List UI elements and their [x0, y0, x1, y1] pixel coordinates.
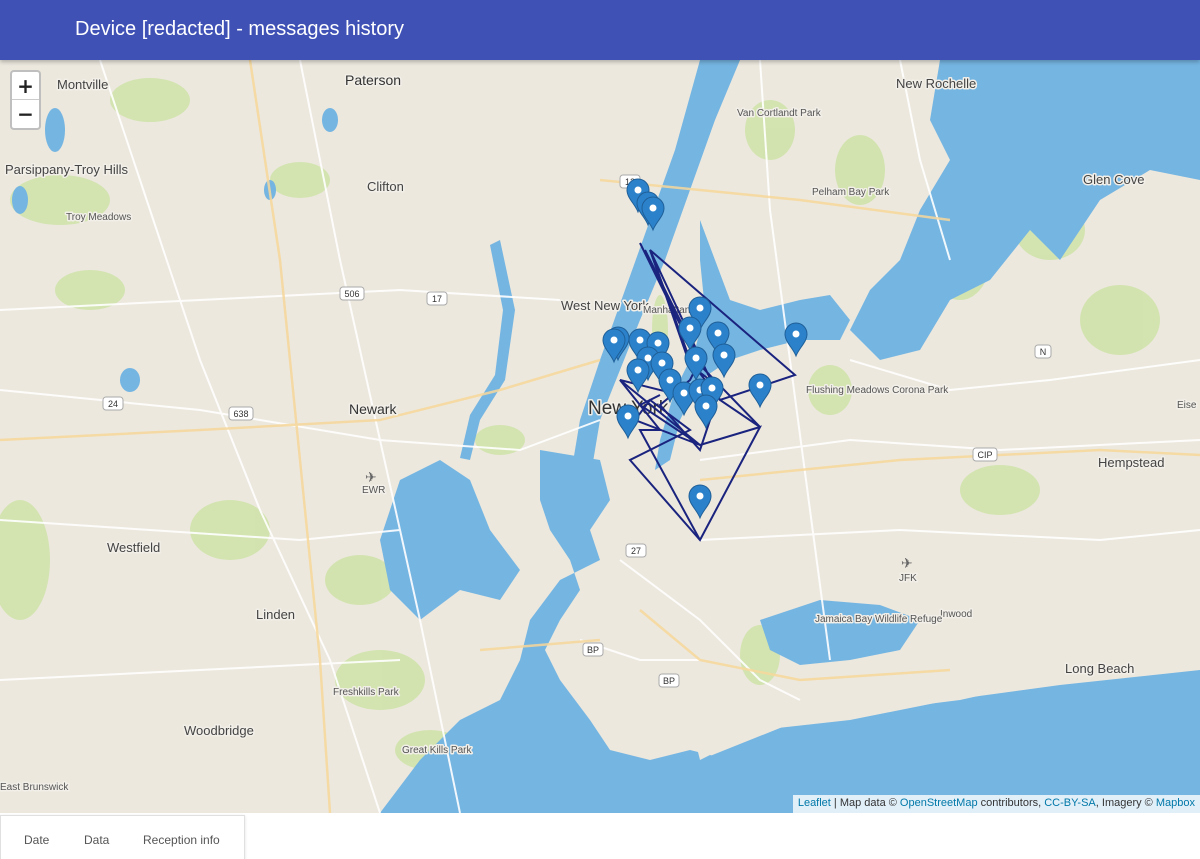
location-marker[interactable] — [616, 404, 640, 440]
location-marker[interactable] — [688, 484, 712, 520]
osm-link[interactable]: OpenStreetMap — [900, 797, 978, 809]
location-marker[interactable] — [684, 346, 708, 382]
location-marker[interactable] — [678, 316, 702, 352]
license-link[interactable]: CC-BY-SA — [1044, 797, 1096, 809]
zoom-out-button[interactable]: − — [12, 100, 39, 128]
location-marker[interactable] — [784, 322, 808, 358]
attribution-sep: | Map data © — [830, 797, 900, 809]
zoom-in-button[interactable]: + — [12, 72, 39, 100]
zoom-control: + − — [10, 70, 41, 130]
location-marker[interactable] — [712, 343, 736, 379]
column-date[interactable]: Date — [24, 833, 49, 847]
attribution-imagery: , Imagery © — [1095, 797, 1156, 809]
location-marker[interactable] — [602, 328, 626, 364]
location-marker[interactable] — [748, 373, 772, 409]
column-reception-info[interactable]: Reception info — [143, 833, 220, 847]
page-title: Device [redacted] - messages history — [75, 18, 405, 40]
map-view[interactable]: Montville Paterson New Rochelle Van Cort… — [0, 60, 1200, 813]
column-data[interactable]: Data — [84, 833, 109, 847]
messages-table-header: Date Data Reception info — [0, 815, 245, 859]
leaflet-link[interactable]: Leaflet — [798, 797, 831, 809]
location-marker[interactable] — [694, 394, 718, 430]
map-attribution: Leaflet | Map data © OpenStreetMap contr… — [792, 795, 1200, 813]
attribution-contrib: contributors, — [977, 797, 1045, 809]
mapbox-link[interactable]: Mapbox — [1156, 797, 1195, 809]
marker-layer — [602, 178, 808, 520]
location-marker[interactable] — [641, 196, 665, 232]
app-header: Device [redacted] - messages history — [0, 0, 1200, 60]
location-marker[interactable] — [626, 358, 650, 394]
